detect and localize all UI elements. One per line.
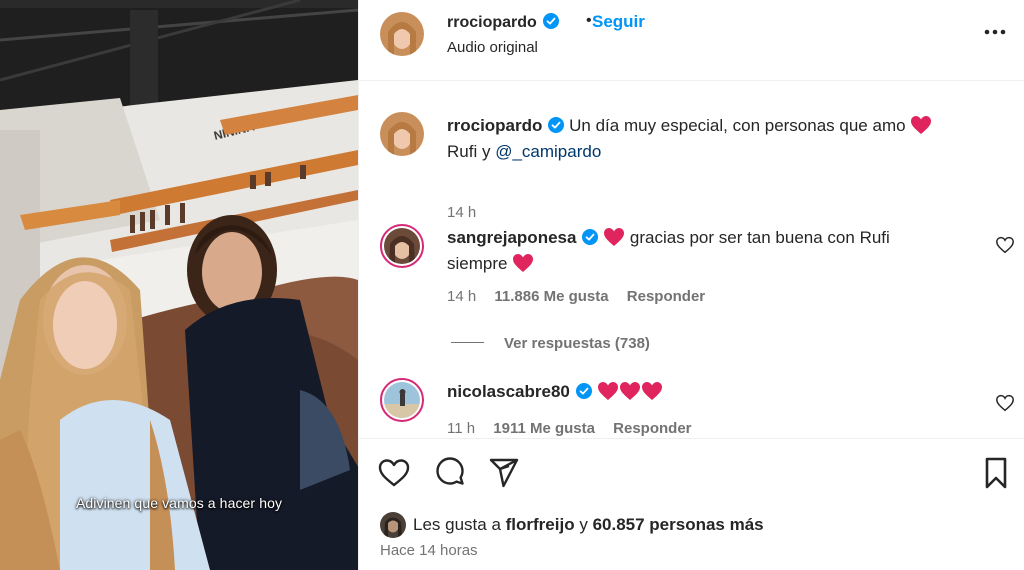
comment-meta: 11 h 1911 Me gusta Responder xyxy=(447,420,706,437)
comment-body-line2: siempre xyxy=(447,254,508,273)
comments-list[interactable]: rrociopardo Un día muy especial, con per… xyxy=(359,82,1024,438)
audio-label[interactable]: Audio original xyxy=(447,39,538,56)
video-caption: Adivinen que vamos a hacer hoy xyxy=(75,495,283,511)
comment-meta: 14 h 11.886 Me gusta Responder xyxy=(447,288,719,305)
red-heart-emoji-icon xyxy=(513,254,534,272)
comment-time[interactable]: 11 h xyxy=(447,420,475,437)
comment-icon[interactable] xyxy=(433,456,467,490)
liker-username[interactable]: florfreijo xyxy=(506,515,575,535)
video-frame: NININA xyxy=(0,0,358,570)
comment-text: sangrejaponesa gracias por ser tan buena… xyxy=(447,225,967,277)
author-avatar[interactable] xyxy=(380,12,424,56)
caption-text: rrociopardo Un día muy especial, con per… xyxy=(447,113,967,165)
author-username[interactable]: rrociopardo xyxy=(447,14,537,31)
comment-text: nicolascabre80 xyxy=(447,379,967,405)
liker-avatar[interactable] xyxy=(380,512,406,538)
caption-line2: Rufi y xyxy=(447,142,491,161)
comment-username[interactable]: nicolascabre80 xyxy=(447,382,570,401)
red-heart-emoji-icon xyxy=(911,116,932,134)
share-icon[interactable] xyxy=(487,456,521,490)
caption-mention-link[interactable]: @_camipardo xyxy=(495,142,601,161)
verified-icon xyxy=(548,117,565,133)
red-heart-emoji-icon xyxy=(597,382,618,400)
reply-button[interactable]: Responder xyxy=(627,288,705,305)
comment-like-heart-icon[interactable] xyxy=(995,394,1015,412)
likes-connector: y xyxy=(579,515,588,534)
header-separator: • xyxy=(586,12,592,29)
more-icon[interactable] xyxy=(982,20,1008,44)
comment-like-heart-icon[interactable] xyxy=(995,236,1015,254)
author-avatar[interactable] xyxy=(380,112,424,156)
red-heart-emoji-icon xyxy=(619,382,640,400)
verified-icon xyxy=(582,229,599,245)
red-heart-emoji-icon xyxy=(641,382,662,400)
view-replies-button[interactable]: Ver respuestas (738) xyxy=(451,335,650,352)
bookmark-icon[interactable] xyxy=(979,456,1013,490)
caption-body: Un día muy especial, con personas que am… xyxy=(569,116,906,135)
comment-likes-count[interactable]: 11.886 Me gusta xyxy=(494,288,608,305)
reply-button[interactable]: Responder xyxy=(613,420,691,437)
post-viewer: NININA xyxy=(0,0,1024,570)
replies-divider xyxy=(451,342,484,343)
post-details-panel: rrociopardo • Seguir Audio original rroc… xyxy=(358,0,1024,570)
reel-video[interactable]: NININA xyxy=(0,0,358,570)
likes-summary: Les gusta a florfreijo y 60.857 personas… xyxy=(380,512,764,538)
view-replies-label: Ver respuestas (738) xyxy=(504,335,650,352)
red-heart-emoji-icon xyxy=(604,228,625,246)
verified-icon xyxy=(575,383,592,399)
post-timestamp[interactable]: Hace 14 horas xyxy=(380,542,478,559)
likes-prefix: Les gusta a xyxy=(413,515,501,534)
caption-username[interactable]: rrociopardo xyxy=(447,116,542,135)
caption-time[interactable]: 14 h xyxy=(447,204,476,221)
comment-likes-count[interactable]: 1911 Me gusta xyxy=(493,420,595,437)
likes-count-link[interactable]: 60.857 personas más xyxy=(593,515,764,535)
author-username-row: rrociopardo xyxy=(447,13,559,32)
post-header: rrociopardo • Seguir Audio original xyxy=(359,0,1024,81)
comment-time[interactable]: 14 h xyxy=(447,288,476,305)
follow-button[interactable]: Seguir xyxy=(592,12,645,32)
heart-icon[interactable] xyxy=(377,456,411,490)
commenter-avatar[interactable] xyxy=(380,378,424,422)
verified-icon xyxy=(542,13,559,29)
comment-body: gracias por ser tan buena con Rufi xyxy=(629,228,890,247)
caption-meta: 14 h xyxy=(447,204,490,221)
post-actions: Les gusta a florfreijo y 60.857 personas… xyxy=(359,438,1024,570)
commenter-avatar[interactable] xyxy=(380,224,424,268)
comment-username[interactable]: sangrejaponesa xyxy=(447,228,576,247)
